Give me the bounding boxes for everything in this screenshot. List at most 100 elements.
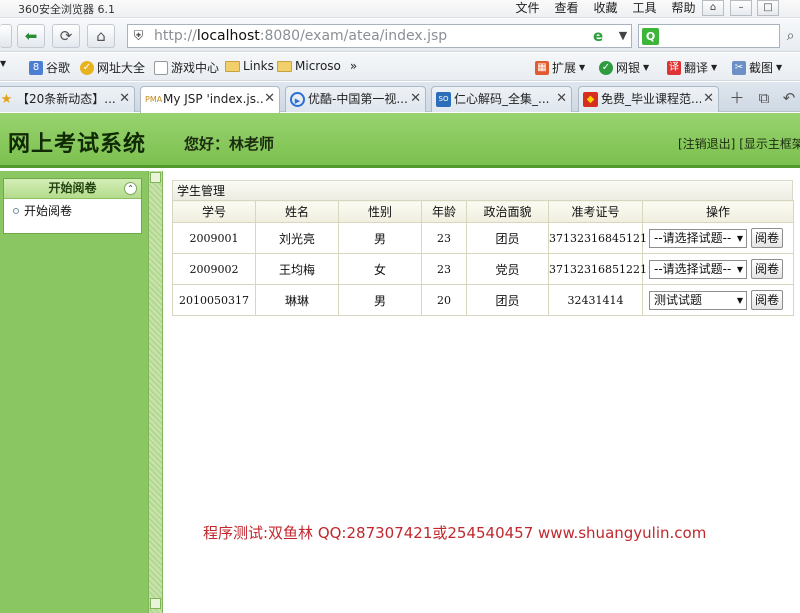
tab-course[interactable]: ◆ 免费_毕业课程范... ✕: [578, 86, 719, 112]
search-icon[interactable]: ⌕: [781, 24, 800, 48]
close-icon[interactable]: ✕: [703, 87, 714, 111]
compat-mode-icon[interactable]: e: [593, 28, 609, 44]
grade-button[interactable]: 阅卷: [751, 290, 784, 310]
frame-splitter[interactable]: [148, 171, 163, 613]
student-gender: 男: [338, 284, 422, 316]
table-header-row: 学号 姓名 性别 年龄 政治面貌 准考证号 操作: [172, 200, 794, 223]
tab-youku[interactable]: ▶ 优酷-中国第一视... ✕: [285, 86, 426, 112]
bookmark-game-center[interactable]: 游戏中心: [154, 59, 219, 76]
system-title: 网上考试系统: [8, 131, 147, 157]
toolbar-online-bank[interactable]: ✓ 网银 ▼: [599, 59, 649, 76]
app-header: 网上考试系统 您好：林老师 [注销退出] [显示主框架: [0, 113, 800, 168]
student-table: 学号 姓名 性别 年龄 政治面貌 准考证号 操作 2009001 刘光亮 男 2…: [172, 200, 794, 316]
url-text[interactable]: http://localhost:8080/exam/atea/index.js…: [154, 28, 447, 44]
row-actions: --请选择试题-- ▼ 阅卷: [642, 222, 794, 254]
collapse-icon[interactable]: ⌃: [124, 182, 137, 195]
splitter-handle-icon[interactable]: [150, 172, 161, 183]
refresh-button[interactable]: ⟳: [52, 24, 80, 48]
maximize-icon[interactable]: □: [757, 0, 779, 16]
restore-tab-icon[interactable]: ⧉: [754, 88, 774, 108]
tab-news[interactable]: ★ 【20条新动态】... ✕: [0, 86, 135, 112]
show-main-frame-link[interactable]: [显示主框架: [739, 137, 800, 151]
menu-help[interactable]: 帮助: [664, 0, 703, 16]
student-age: 23: [421, 253, 467, 285]
column-header: 学号: [172, 200, 256, 223]
chevron-down-icon[interactable]: ▼: [614, 27, 632, 45]
column-header: 政治面貌: [466, 200, 549, 223]
student-age: 20: [421, 284, 467, 316]
minimize-icon[interactable]: –: [730, 0, 752, 16]
close-icon[interactable]: ✕: [264, 87, 275, 111]
student-name: 琳琳: [255, 284, 339, 316]
chevron-down-icon: ▼: [711, 63, 718, 72]
toolbar-translate[interactable]: 译翻译 ▼: [667, 59, 717, 76]
bookmark-site-directory[interactable]: ✓ 网址大全: [80, 59, 145, 76]
panel-title: 学生管理: [172, 180, 793, 200]
student-political: 团员: [466, 222, 549, 254]
home-button[interactable]: ⌂: [87, 24, 115, 48]
soku-icon: SO: [436, 92, 451, 107]
bookmark-google[interactable]: 8 谷歌: [29, 59, 70, 76]
menu-view[interactable]: 查看: [547, 0, 586, 16]
browser-title: 360安全浏览器 6.1: [18, 3, 115, 16]
student-ticket: 32431414: [548, 284, 643, 316]
search-input[interactable]: Q: [638, 24, 780, 48]
column-header: 操作: [642, 200, 794, 223]
exam-select[interactable]: --请选择试题-- ▼: [649, 259, 747, 279]
bookmark-links[interactable]: Links: [225, 59, 274, 73]
student-political: 党员: [466, 253, 549, 285]
exam-select[interactable]: 测试试题 ▼: [649, 290, 747, 310]
splitter-handle-icon[interactable]: [150, 598, 161, 609]
site-directory-icon: ✓: [80, 60, 94, 75]
toolbar-extensions[interactable]: ▦ 扩展 ▼: [535, 59, 585, 76]
new-tab-icon[interactable]: ＋: [727, 88, 747, 108]
exam-select[interactable]: --请选择试题-- ▼: [649, 228, 747, 248]
star-icon: ★: [0, 92, 13, 107]
back-button[interactable]: ⬅: [17, 24, 45, 48]
logout-link[interactable]: [注销退出]: [678, 137, 735, 151]
google-icon: 8: [29, 60, 43, 75]
student-age: 23: [421, 222, 467, 254]
sidebar-item-start-grading[interactable]: 开始阅卷: [4, 199, 141, 223]
bookmark-overflow[interactable]: ▼: [0, 59, 6, 68]
chevron-right-icon: »: [349, 59, 358, 73]
student-gender: 女: [338, 253, 422, 285]
sidebar-panel-header[interactable]: 开始阅卷 ⌃: [4, 179, 141, 199]
bullet-icon: [13, 208, 19, 214]
address-bar[interactable]: ⛨ http://localhost:8080/exam/atea/index.…: [127, 24, 632, 48]
translate-icon: 译: [667, 60, 681, 75]
navigation-bar: ⬅ ⟳ ⌂ ⛨ http://localhost:8080/exam/atea/…: [0, 19, 800, 52]
bookmark-microsoft[interactable]: Microso»: [277, 59, 357, 73]
grade-button[interactable]: 阅卷: [751, 259, 784, 279]
bank-icon: ✓: [599, 60, 613, 75]
shield-icon: ⛨: [133, 29, 144, 44]
undo-icon[interactable]: ↶: [779, 88, 799, 108]
menu-file[interactable]: 文件: [508, 0, 547, 16]
tab-soku[interactable]: SO 仁心解码_全集_... ✕: [431, 86, 572, 112]
student-name: 刘光亮: [255, 222, 339, 254]
close-icon[interactable]: ✕: [410, 87, 421, 111]
extensions-icon: ▦: [535, 60, 549, 75]
header-links: [注销退出] [显示主框架: [678, 135, 800, 152]
grade-button[interactable]: 阅卷: [751, 228, 784, 248]
menu-favorites[interactable]: 收藏: [586, 0, 625, 16]
main-content: 学生管理 学号 姓名 性别 年龄 政治面貌 准考证号 操作 2009001 刘光…: [172, 180, 794, 316]
folder-icon: [277, 60, 292, 72]
student-name: 王均梅: [255, 253, 339, 285]
skin-icon[interactable]: ⌂: [702, 0, 724, 16]
menu-tools[interactable]: 工具: [625, 0, 664, 16]
site-icon: ◆: [583, 92, 598, 107]
chevron-down-icon: ▼: [736, 264, 743, 274]
browser-menu-bar: 文件 查看 收藏 工具 帮助: [508, 0, 703, 16]
student-id: 2009002: [172, 253, 256, 285]
toolbar-screenshot[interactable]: ✂ 截图 ▼: [732, 59, 782, 76]
tab-bar: ★ 【20条新动态】... ✕ PMA My JSP 'index.js... …: [0, 82, 800, 113]
close-icon[interactable]: ✕: [556, 87, 567, 111]
chevron-down-icon: ▼: [643, 63, 650, 72]
tab-myjsp[interactable]: PMA My JSP 'index.js... ✕: [140, 86, 280, 113]
chevron-down-icon: ▼: [736, 233, 743, 243]
search-engine-icon[interactable]: Q: [642, 28, 659, 45]
table-row: 2009002 王均梅 女 23 党员 37132316851221 --请选择…: [172, 253, 794, 285]
close-icon[interactable]: ✕: [119, 87, 130, 111]
sidebar-toggle-icon[interactable]: [0, 24, 12, 48]
